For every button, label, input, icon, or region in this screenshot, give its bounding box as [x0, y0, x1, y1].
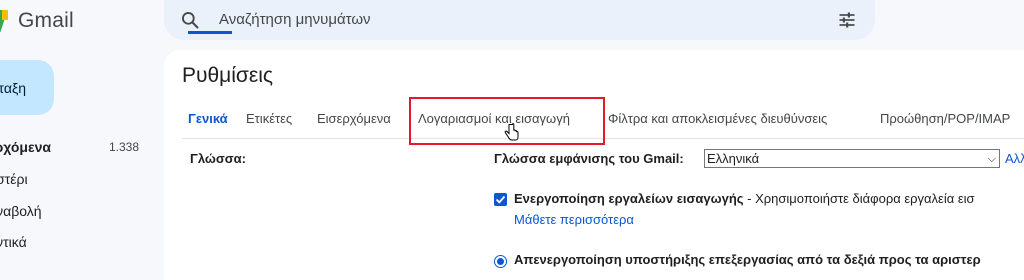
logo-text: Gmail [18, 9, 74, 32]
sidebar-item-starred[interactable]: αστέρι [0, 171, 28, 187]
language-section-label: Γλώσσα: [190, 151, 246, 166]
compose-label: ταξη [0, 79, 26, 96]
tab-inbox[interactable]: Εισερχόμενα [317, 111, 391, 126]
search-placeholder[interactable]: Αναζήτηση μηνυμάτων [219, 11, 371, 28]
compose-button[interactable]: ταξη [0, 60, 54, 115]
input-tools-checkbox[interactable] [494, 193, 507, 206]
tab-general[interactable]: Γενικά [188, 111, 228, 126]
rtl-off-label: Απενεργοποίηση υποστήριξης επεξεργασίας … [514, 252, 981, 267]
tab-labels[interactable]: Ετικέτες [246, 111, 292, 126]
chevron-down-icon: ⌵ [987, 153, 996, 165]
sidebar-item-important[interactable]: αντικά [0, 234, 27, 250]
sidebar-item-inbox[interactable]: ερχόμενα [0, 139, 51, 155]
language-select-value: Ελληνικά [707, 151, 760, 166]
gmail-m-icon [0, 10, 8, 32]
checkmark-icon [495, 195, 506, 204]
gmail-logo[interactable]: Gmail [0, 6, 74, 36]
language-select[interactable]: Ελληνικά ⌵ [704, 149, 1000, 168]
learn-more-link[interactable]: Μάθετε περισσότερα [514, 212, 634, 227]
input-tools-label: Ενεργοποίηση εργαλείων εισαγωγής - Χρησι… [514, 191, 975, 206]
rtl-off-radio[interactable] [494, 255, 507, 268]
display-language-label: Γλώσσα εμφάνισης του Gmail: [494, 151, 684, 166]
input-tools-description: - Χρησιμοποιήστε διάφορα εργαλεία εισ [743, 191, 975, 206]
change-language-link[interactable]: Αλλ [1005, 151, 1024, 166]
hand-cursor-icon [504, 123, 519, 141]
tab-filters[interactable]: Φίλτρα και αποκλεισμένες διευθύνσεις [608, 111, 827, 126]
active-tab-indicator [188, 31, 232, 34]
tune-icon[interactable] [837, 10, 857, 30]
tab-forwarding-pop-imap[interactable]: Προώθηση/POP/IMAP [880, 111, 1010, 126]
sidebar-item-snoozed[interactable]: αναβολή [0, 203, 42, 219]
inbox-count: 1.338 [109, 140, 140, 154]
input-tools-bold: Ενεργοποίηση εργαλείων εισαγωγής [514, 191, 744, 206]
search-icon[interactable] [180, 10, 200, 30]
page-title: Ρυθμίσεις [182, 64, 274, 87]
search-bar[interactable]: Αναζήτηση μηνυμάτων [164, 0, 875, 40]
